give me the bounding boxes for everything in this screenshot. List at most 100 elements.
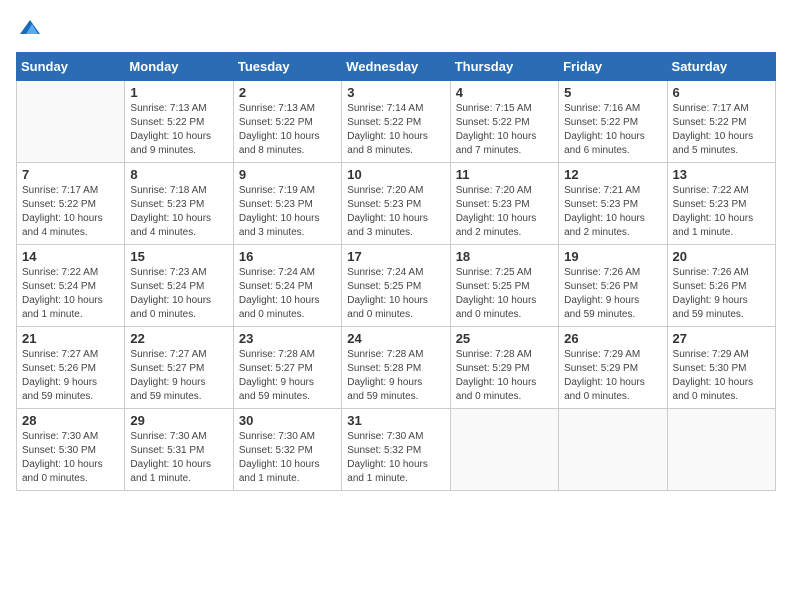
- calendar-cell: 6 Sunrise: 7:17 AMSunset: 5:22 PMDaylight…: [667, 81, 775, 163]
- day-info: Sunrise: 7:29 AMSunset: 5:30 PMDaylight:…: [673, 348, 770, 404]
- calendar-cell: 8 Sunrise: 7:18 AMSunset: 5:23 PMDaylight…: [125, 163, 233, 245]
- calendar-cell: 24 Sunrise: 7:28 AMSunset: 5:28 PMDayligh…: [342, 327, 450, 409]
- calendar-cell: 29 Sunrise: 7:30 AMSunset: 5:31 PMDayligh…: [125, 409, 233, 491]
- day-info: Sunrise: 7:17 AMSunset: 5:22 PMDaylight:…: [673, 102, 770, 158]
- day-info: Sunrise: 7:21 AMSunset: 5:23 PMDaylight:…: [564, 184, 661, 240]
- calendar-cell: [559, 409, 667, 491]
- day-number: 12: [564, 167, 661, 182]
- calendar-cell: 14 Sunrise: 7:22 AMSunset: 5:24 PMDayligh…: [17, 245, 125, 327]
- calendar-cell: [450, 409, 558, 491]
- day-info: Sunrise: 7:20 AMSunset: 5:23 PMDaylight:…: [347, 184, 444, 240]
- day-info: Sunrise: 7:30 AMSunset: 5:32 PMDaylight:…: [347, 430, 444, 486]
- calendar-cell: 30 Sunrise: 7:30 AMSunset: 5:32 PMDayligh…: [233, 409, 341, 491]
- day-info: Sunrise: 7:13 AMSunset: 5:22 PMDaylight:…: [130, 102, 227, 158]
- day-info: Sunrise: 7:30 AMSunset: 5:32 PMDaylight:…: [239, 430, 336, 486]
- calendar-cell: 12 Sunrise: 7:21 AMSunset: 5:23 PMDayligh…: [559, 163, 667, 245]
- calendar-cell: 4Sunrise: 7:15 AMSunset: 5:22 PMDaylight…: [450, 81, 558, 163]
- day-info: Sunrise: 7:14 AMSunset: 5:22 PMDaylight:…: [347, 102, 444, 158]
- calendar-cell: 19Sunrise: 7:26 AMSunset: 5:26 PMDayligh…: [559, 245, 667, 327]
- day-number: 14: [22, 249, 119, 264]
- day-number: 4: [456, 85, 553, 100]
- day-number: 7: [22, 167, 119, 182]
- day-info: Sunrise: 7:23 AMSunset: 5:24 PMDaylight:…: [130, 266, 227, 322]
- calendar-cell: 5 Sunrise: 7:16 AMSunset: 5:22 PMDaylight…: [559, 81, 667, 163]
- day-number: 23: [239, 331, 336, 346]
- day-number: 3: [347, 85, 444, 100]
- day-number: 25: [456, 331, 553, 346]
- day-number: 29: [130, 413, 227, 428]
- day-info: Sunrise: 7:24 AMSunset: 5:25 PMDaylight:…: [347, 266, 444, 322]
- calendar-cell: 11Sunrise: 7:20 AMSunset: 5:23 PMDayligh…: [450, 163, 558, 245]
- day-number: 9: [239, 167, 336, 182]
- calendar-cell: 27 Sunrise: 7:29 AMSunset: 5:30 PMDayligh…: [667, 327, 775, 409]
- page-header: [16, 16, 776, 40]
- day-header-saturday: Saturday: [667, 53, 775, 81]
- day-number: 20: [673, 249, 770, 264]
- day-info: Sunrise: 7:24 AMSunset: 5:24 PMDaylight:…: [239, 266, 336, 322]
- day-info: Sunrise: 7:13 AMSunset: 5:22 PMDaylight:…: [239, 102, 336, 158]
- calendar-cell: 22 Sunrise: 7:27 AMSunset: 5:27 PMDayligh…: [125, 327, 233, 409]
- day-info: Sunrise: 7:28 AMSunset: 5:29 PMDaylight:…: [456, 348, 553, 404]
- day-number: 21: [22, 331, 119, 346]
- day-info: Sunrise: 7:22 AMSunset: 5:24 PMDaylight:…: [22, 266, 119, 322]
- day-number: 2: [239, 85, 336, 100]
- calendar-cell: 31 Sunrise: 7:30 AMSunset: 5:32 PMDayligh…: [342, 409, 450, 491]
- calendar-week-5: 28Sunrise: 7:30 AMSunset: 5:30 PMDayligh…: [17, 409, 776, 491]
- calendar-cell: 3 Sunrise: 7:14 AMSunset: 5:22 PMDaylight…: [342, 81, 450, 163]
- calendar-cell: 1 Sunrise: 7:13 AMSunset: 5:22 PMDaylight…: [125, 81, 233, 163]
- calendar-cell: 13Sunrise: 7:22 AMSunset: 5:23 PMDayligh…: [667, 163, 775, 245]
- calendar-header-row: SundayMondayTuesdayWednesdayThursdayFrid…: [17, 53, 776, 81]
- day-number: 31: [347, 413, 444, 428]
- day-number: 30: [239, 413, 336, 428]
- calendar-cell: 25 Sunrise: 7:28 AMSunset: 5:29 PMDayligh…: [450, 327, 558, 409]
- calendar-cell: [667, 409, 775, 491]
- calendar-cell: 18 Sunrise: 7:25 AMSunset: 5:25 PMDayligh…: [450, 245, 558, 327]
- calendar-cell: 15 Sunrise: 7:23 AMSunset: 5:24 PMDayligh…: [125, 245, 233, 327]
- day-info: Sunrise: 7:27 AMSunset: 5:27 PMDaylight:…: [130, 348, 227, 404]
- day-number: 5: [564, 85, 661, 100]
- logo: [16, 16, 42, 40]
- day-info: Sunrise: 7:28 AMSunset: 5:28 PMDaylight:…: [347, 348, 444, 404]
- calendar-cell: 2 Sunrise: 7:13 AMSunset: 5:22 PMDaylight…: [233, 81, 341, 163]
- day-number: 22: [130, 331, 227, 346]
- day-number: 1: [130, 85, 227, 100]
- day-info: Sunrise: 7:19 AMSunset: 5:23 PMDaylight:…: [239, 184, 336, 240]
- day-number: 17: [347, 249, 444, 264]
- day-header-monday: Monday: [125, 53, 233, 81]
- day-header-tuesday: Tuesday: [233, 53, 341, 81]
- calendar-cell: 9 Sunrise: 7:19 AMSunset: 5:23 PMDaylight…: [233, 163, 341, 245]
- calendar-table: SundayMondayTuesdayWednesdayThursdayFrid…: [16, 52, 776, 491]
- calendar-week-2: 7 Sunrise: 7:17 AMSunset: 5:22 PMDaylight…: [17, 163, 776, 245]
- day-info: Sunrise: 7:17 AMSunset: 5:22 PMDaylight:…: [22, 184, 119, 240]
- day-number: 8: [130, 167, 227, 182]
- logo-icon: [18, 16, 42, 40]
- day-info: Sunrise: 7:20 AMSunset: 5:23 PMDaylight:…: [456, 184, 553, 240]
- day-number: 13: [673, 167, 770, 182]
- day-header-friday: Friday: [559, 53, 667, 81]
- day-info: Sunrise: 7:30 AMSunset: 5:31 PMDaylight:…: [130, 430, 227, 486]
- day-info: Sunrise: 7:18 AMSunset: 5:23 PMDaylight:…: [130, 184, 227, 240]
- calendar-week-4: 21 Sunrise: 7:27 AMSunset: 5:26 PMDayligh…: [17, 327, 776, 409]
- day-number: 6: [673, 85, 770, 100]
- day-info: Sunrise: 7:29 AMSunset: 5:29 PMDaylight:…: [564, 348, 661, 404]
- calendar-cell: 21 Sunrise: 7:27 AMSunset: 5:26 PMDayligh…: [17, 327, 125, 409]
- day-header-wednesday: Wednesday: [342, 53, 450, 81]
- day-info: Sunrise: 7:25 AMSunset: 5:25 PMDaylight:…: [456, 266, 553, 322]
- calendar-week-1: 1 Sunrise: 7:13 AMSunset: 5:22 PMDaylight…: [17, 81, 776, 163]
- day-info: Sunrise: 7:16 AMSunset: 5:22 PMDaylight:…: [564, 102, 661, 158]
- day-header-thursday: Thursday: [450, 53, 558, 81]
- calendar-cell: 23Sunrise: 7:28 AMSunset: 5:27 PMDayligh…: [233, 327, 341, 409]
- day-number: 18: [456, 249, 553, 264]
- day-number: 24: [347, 331, 444, 346]
- calendar-cell: 28Sunrise: 7:30 AMSunset: 5:30 PMDayligh…: [17, 409, 125, 491]
- day-number: 15: [130, 249, 227, 264]
- day-number: 28: [22, 413, 119, 428]
- calendar-cell: [17, 81, 125, 163]
- calendar-cell: 16Sunrise: 7:24 AMSunset: 5:24 PMDayligh…: [233, 245, 341, 327]
- calendar-cell: 26Sunrise: 7:29 AMSunset: 5:29 PMDayligh…: [559, 327, 667, 409]
- calendar-cell: 7 Sunrise: 7:17 AMSunset: 5:22 PMDaylight…: [17, 163, 125, 245]
- calendar-week-3: 14 Sunrise: 7:22 AMSunset: 5:24 PMDayligh…: [17, 245, 776, 327]
- calendar-cell: 20Sunrise: 7:26 AMSunset: 5:26 PMDayligh…: [667, 245, 775, 327]
- day-number: 27: [673, 331, 770, 346]
- day-info: Sunrise: 7:27 AMSunset: 5:26 PMDaylight:…: [22, 348, 119, 404]
